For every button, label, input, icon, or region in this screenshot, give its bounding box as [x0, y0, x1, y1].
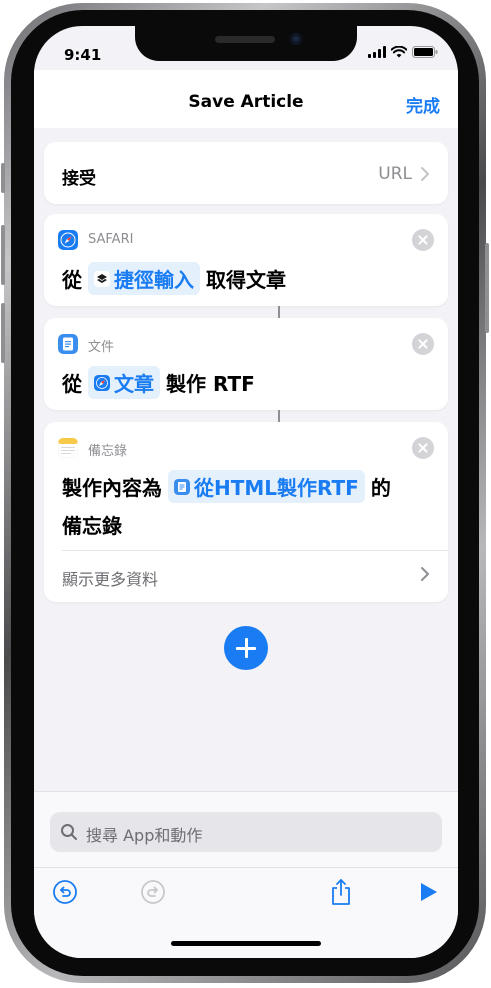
action-app-label: 文件: [88, 340, 115, 355]
add-action-button[interactable]: [224, 626, 268, 670]
status-time: 9:41: [64, 46, 102, 64]
undo-icon: [53, 880, 77, 904]
side-button: [485, 243, 489, 333]
token-label: 捷徑輸入: [114, 268, 194, 292]
action-prefix: 從: [62, 372, 82, 396]
action-search-sheet: 搜尋 App和動作: [34, 791, 458, 958]
variable-token-rtf[interactable]: 從HTML製作RTF: [168, 470, 365, 503]
signal-icon: [368, 46, 386, 58]
action-connector: [278, 306, 280, 318]
action-prefix: 從: [62, 268, 82, 292]
action-sentence: 製作內容為 從HTML製作RTF 的: [62, 470, 430, 503]
volume-up-button: [1, 225, 5, 285]
receive-value: URL: [378, 164, 412, 184]
action-app-label: SAFARI: [88, 232, 134, 247]
screen: 9:41 Save Article 完成 接受 URL SAFARI 從 捷徑輸…: [34, 26, 458, 958]
done-button[interactable]: 完成: [406, 92, 440, 117]
token-label: 從HTML製作RTF: [194, 476, 359, 500]
divider: [62, 550, 448, 551]
battery-icon: [412, 46, 438, 58]
files-icon: [174, 478, 190, 495]
action-sentence: 從 文章 製作 RTF: [62, 366, 430, 399]
action-sentence: 從 捷徑輸入 取得文章: [62, 262, 430, 295]
chevron-right-icon: [421, 567, 429, 581]
mute-switch: [1, 163, 5, 193]
close-icon[interactable]: [412, 437, 434, 459]
wifi-icon: [391, 46, 407, 58]
chevron-right-icon: [421, 167, 429, 181]
notes-icon: [58, 438, 78, 458]
search-placeholder: 搜尋 App和動作: [86, 826, 203, 845]
safari-icon: [58, 230, 78, 250]
home-indicator[interactable]: [171, 941, 321, 946]
redo-button[interactable]: [138, 877, 168, 907]
page-title: Save Article: [188, 92, 304, 112]
undo-button[interactable]: [50, 877, 80, 907]
navigation-bar: Save Article 完成: [34, 70, 458, 128]
variable-token-shortcut-input[interactable]: 捷徑輸入: [88, 262, 200, 295]
action-suffix: 的: [370, 476, 391, 500]
receive-label: 接受: [62, 169, 96, 189]
search-field[interactable]: 搜尋 App和動作: [50, 812, 442, 852]
play-icon: [421, 883, 437, 901]
volume-down-button: [1, 303, 5, 363]
token-label: 文章: [114, 372, 154, 396]
notch: [135, 26, 357, 61]
action-card-documents[interactable]: 文件 從 文章 製作 RTF: [44, 318, 448, 410]
receive-input-card[interactable]: 接受 URL: [44, 142, 448, 204]
action-suffix: 取得文章: [206, 268, 286, 292]
speaker-grille: [215, 36, 275, 43]
files-icon: [58, 334, 78, 354]
status-icons: [368, 46, 438, 58]
close-icon[interactable]: [412, 333, 434, 355]
action-card-notes[interactable]: 備忘錄 製作內容為 從HTML製作RTF 的 備忘錄 顯示更多資料: [44, 422, 448, 602]
action-card-safari[interactable]: SAFARI 從 捷徑輸入 取得文章: [44, 214, 448, 306]
redo-icon: [141, 880, 165, 904]
action-sentence-continued: 備忘錄: [62, 514, 122, 538]
safari-icon: [94, 374, 110, 391]
action-suffix: 製作 RTF: [166, 372, 255, 396]
search-icon: [61, 824, 77, 840]
action-prefix: 製作內容為: [62, 476, 162, 500]
shortcuts-icon: [94, 270, 110, 287]
toolbar-divider: [34, 867, 458, 868]
action-app-label: 備忘錄: [88, 444, 128, 459]
close-icon[interactable]: [412, 229, 434, 251]
run-button[interactable]: [414, 877, 444, 907]
show-more-button[interactable]: 顯示更多資料: [62, 566, 158, 590]
share-button[interactable]: [326, 877, 356, 907]
share-icon: [332, 879, 350, 905]
action-connector: [278, 410, 280, 422]
variable-token-article[interactable]: 文章: [88, 366, 160, 399]
front-camera: [290, 33, 302, 45]
